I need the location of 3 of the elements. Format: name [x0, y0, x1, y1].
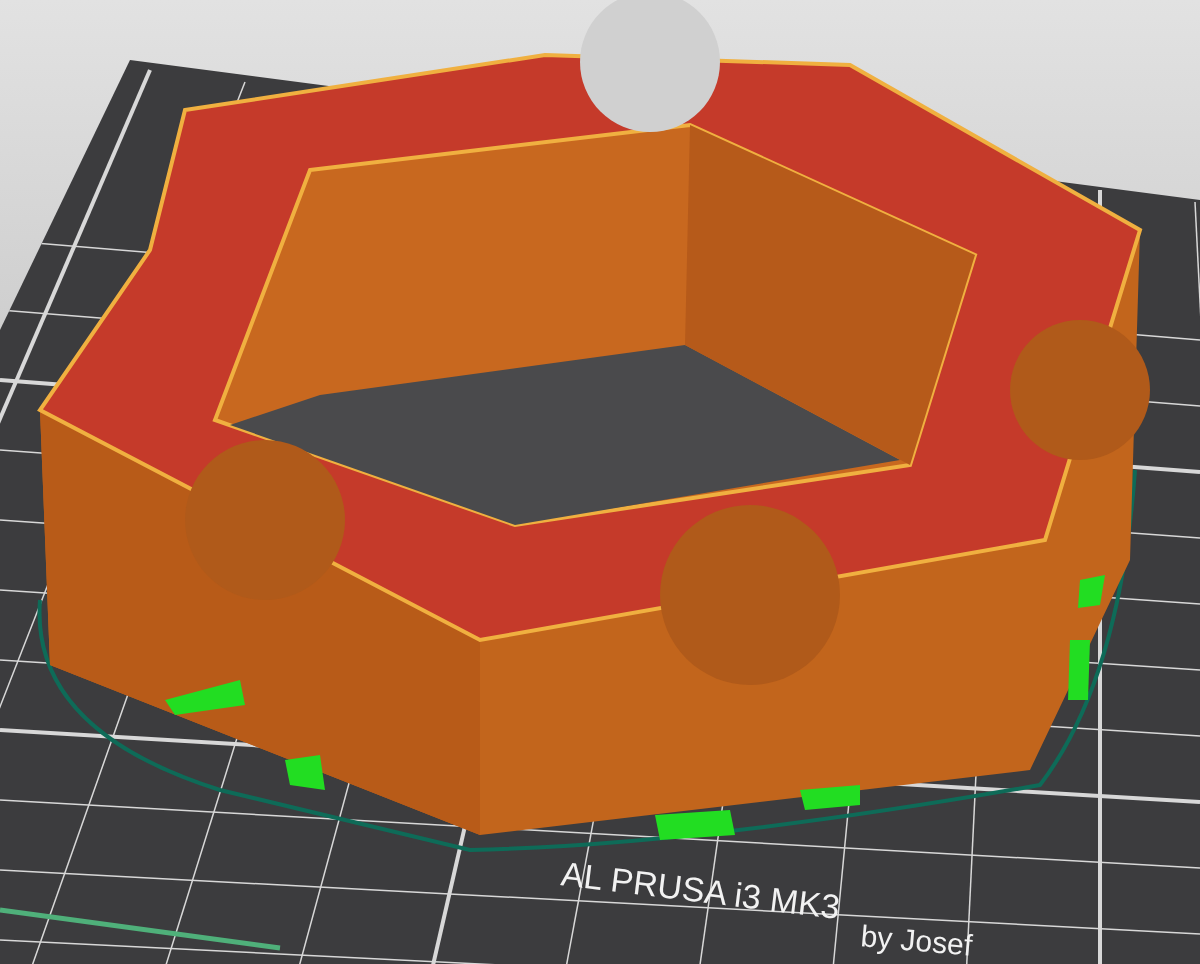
bed-label: by Josef: [859, 919, 974, 962]
bed-label: AL PRUSA i3 MK3: [559, 854, 842, 927]
3d-viewport[interactable]: AL PRUSA i3 MK3 by Josef: [0, 0, 1200, 964]
